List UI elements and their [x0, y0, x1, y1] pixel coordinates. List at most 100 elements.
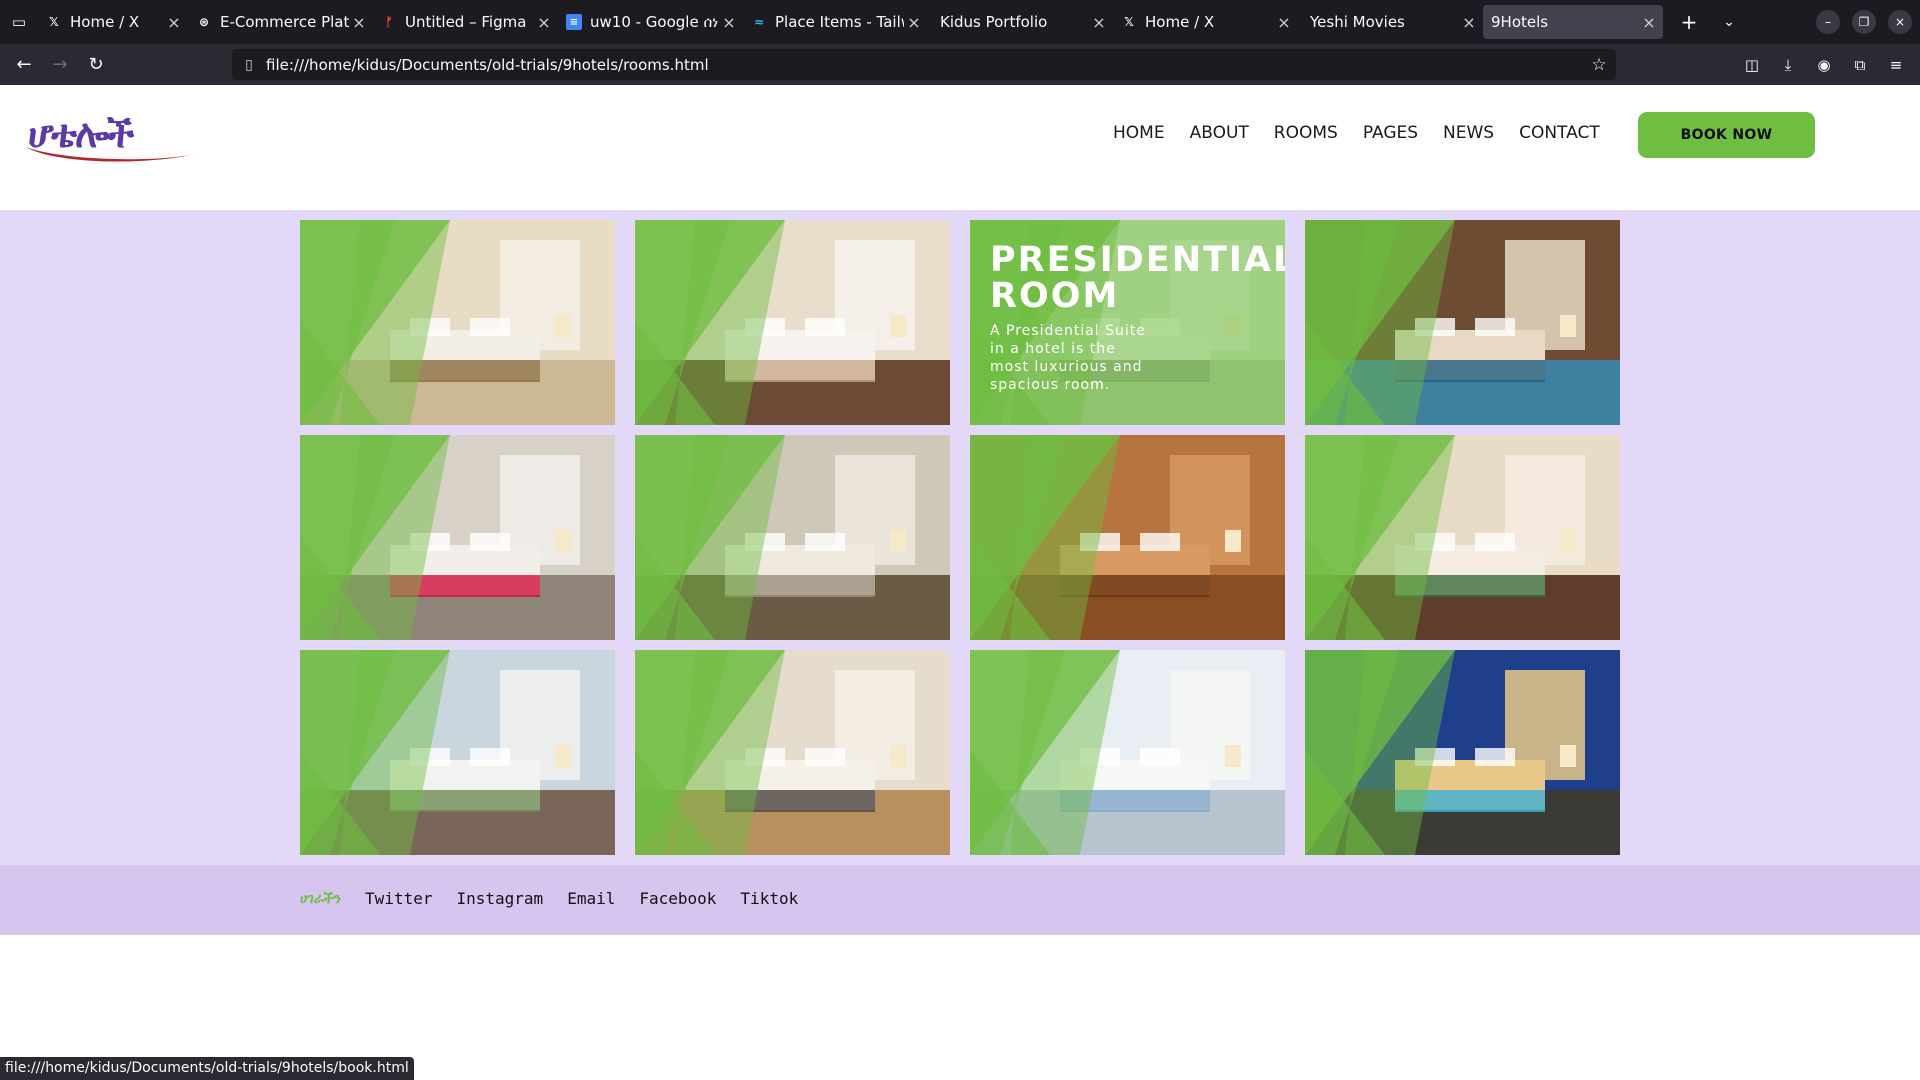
room-card[interactable]	[300, 220, 615, 425]
rooms-gallery-section: PRESIDENTIAL ROOM A Presidential Suite in…	[0, 210, 1920, 865]
nav-pages[interactable]: PAGES	[1363, 123, 1418, 143]
browser-tab-active[interactable]: 9Hotels ×	[1483, 5, 1663, 39]
nav-contact[interactable]: CONTACT	[1519, 123, 1600, 143]
footer-link-twitter[interactable]: Twitter	[365, 889, 432, 908]
browser-tab-bar: ▭ 𝕏 Home / X × ⊛ E-Commerce Platfo × ᚠ U…	[0, 0, 1920, 44]
room-photo	[1305, 220, 1620, 425]
browser-tab[interactable]: ≈ Place Items - Tailwi ×	[743, 0, 928, 44]
footer-link-facebook[interactable]: Facebook	[639, 889, 716, 908]
close-tab-icon[interactable]: ×	[719, 13, 739, 32]
room-card[interactable]	[635, 435, 950, 640]
close-tab-icon[interactable]: ×	[1089, 13, 1109, 32]
room-card[interactable]	[970, 650, 1285, 855]
tab-title: Home / X	[70, 13, 140, 31]
featured-room-card[interactable]: PRESIDENTIAL ROOM A Presidential Suite in…	[970, 220, 1285, 425]
close-tab-icon[interactable]: ×	[904, 13, 924, 32]
room-photo	[1305, 435, 1620, 640]
web-page: ሆቴሎች HOME ABOUT ROOMS PAGES NEWS CONTACT…	[0, 85, 1920, 1080]
browser-tab[interactable]: Yeshi Movies ×	[1298, 0, 1483, 44]
footer-link-email[interactable]: Email	[567, 889, 615, 908]
page-icon: ▯	[245, 56, 253, 73]
account-icon[interactable]: ◉	[1810, 56, 1838, 74]
room-card[interactable]	[970, 435, 1285, 640]
tab-actions: + ⌄	[1669, 10, 1749, 34]
close-tab-icon[interactable]: ×	[164, 13, 184, 32]
chatgpt-icon: ⊛	[198, 15, 210, 29]
nav-rooms[interactable]: ROOMS	[1274, 123, 1338, 143]
browser-nav-bar: ← → ↻ ▯ file:///home/kidus/Documents/old…	[0, 44, 1920, 85]
room-card[interactable]	[635, 650, 950, 855]
rooms-grid: PRESIDENTIAL ROOM A Presidential Suite in…	[300, 220, 1620, 855]
browser-tab[interactable]: Kidus Portfolio ×	[928, 0, 1113, 44]
tab-overview-icon[interactable]: ▭	[0, 0, 38, 44]
figma-icon: ᚠ	[385, 15, 393, 29]
x-logo-icon: 𝕏	[49, 15, 59, 29]
bookmark-star-icon[interactable]: ☆	[1582, 55, 1616, 75]
address-bar[interactable]: ▯ file:///home/kidus/Documents/old-trial…	[232, 49, 1616, 80]
close-tab-icon[interactable]: ×	[1639, 13, 1659, 32]
room-photo	[300, 435, 615, 640]
site-logo[interactable]: ሆቴሎች	[22, 111, 202, 162]
room-photo	[635, 220, 950, 425]
tab-title: E-Commerce Platfo	[220, 13, 349, 31]
tab-title: uw10 - Google ሰነዶ	[590, 13, 719, 31]
tailwind-icon: ≈	[753, 15, 765, 29]
url-text[interactable]: file:///home/kidus/Documents/old-trials/…	[266, 56, 1582, 74]
room-card[interactable]	[300, 435, 615, 640]
site-header: ሆቴሎች HOME ABOUT ROOMS PAGES NEWS CONTACT…	[0, 85, 1920, 210]
google-docs-icon: ≡	[566, 14, 582, 30]
minimize-icon[interactable]: –	[1816, 10, 1840, 34]
new-tab-icon[interactable]: +	[1669, 10, 1709, 34]
footer-link-instagram[interactable]: Instagram	[456, 889, 543, 908]
room-photo	[1305, 650, 1620, 855]
room-card[interactable]	[300, 650, 615, 855]
room-card[interactable]	[1305, 220, 1620, 425]
reload-icon[interactable]: ↻	[78, 49, 114, 81]
book-now-button[interactable]: BOOK NOW	[1638, 112, 1815, 158]
close-tab-icon[interactable]: ×	[349, 13, 369, 32]
room-photo	[300, 220, 615, 425]
room-photo	[635, 650, 950, 855]
window-controls: – ❐ ×	[1816, 0, 1912, 44]
footer-links: ሀገራችን Twitter Instagram Email Facebook T…	[300, 889, 822, 908]
tab-title: Yeshi Movies	[1310, 13, 1405, 31]
room-photo	[300, 650, 615, 855]
tab-title: Place Items - Tailwi	[775, 13, 904, 31]
restore-icon[interactable]: ❐	[1852, 10, 1876, 34]
tab-title: Kidus Portfolio	[940, 13, 1048, 31]
room-card[interactable]	[1305, 650, 1620, 855]
back-icon[interactable]: ←	[6, 49, 42, 81]
room-photo	[970, 435, 1285, 640]
status-link-preview: file:///home/kidus/Documents/old-trials/…	[0, 1057, 414, 1080]
close-tab-icon[interactable]: ×	[1274, 13, 1294, 32]
close-window-icon[interactable]: ×	[1888, 10, 1912, 34]
browser-tab[interactable]: ᚠ Untitled – Figma ×	[373, 0, 558, 44]
browser-tab[interactable]: 𝕏 Home / X ×	[1113, 0, 1298, 44]
tab-title: Home / X	[1145, 13, 1215, 31]
downloads-icon[interactable]: ⤓	[1774, 56, 1802, 74]
list-all-tabs-icon[interactable]: ⌄	[1709, 14, 1749, 30]
nav-home[interactable]: HOME	[1113, 123, 1165, 143]
room-card[interactable]	[1305, 435, 1620, 640]
extensions-icon[interactable]: ⧉	[1846, 56, 1874, 74]
room-card[interactable]	[635, 220, 950, 425]
menu-icon[interactable]: ≡	[1882, 56, 1910, 74]
nav-news[interactable]: NEWS	[1443, 123, 1494, 143]
featured-room-title: PRESIDENTIAL ROOM	[990, 240, 1285, 316]
tab-title: Untitled – Figma	[405, 13, 527, 31]
browser-tab[interactable]: ⊛ E-Commerce Platfo ×	[188, 0, 373, 44]
x-logo-icon: 𝕏	[1124, 15, 1134, 29]
pocket-icon[interactable]: ◫	[1738, 56, 1766, 74]
footer-brand[interactable]: ሀገራችን	[300, 891, 341, 907]
footer-link-tiktok[interactable]: Tiktok	[740, 889, 798, 908]
browser-tab[interactable]: ≡ uw10 - Google ሰነዶ ×	[558, 0, 743, 44]
close-tab-icon[interactable]: ×	[1459, 13, 1479, 32]
browser-tab[interactable]: 𝕏 Home / X ×	[38, 0, 188, 44]
main-menu: HOME ABOUT ROOMS PAGES NEWS CONTACT	[1113, 123, 1625, 143]
close-tab-icon[interactable]: ×	[534, 13, 554, 32]
logo-text: ሆቴሎች	[28, 111, 134, 156]
forward-icon[interactable]: →	[42, 49, 78, 81]
featured-room-description: A Presidential Suite in a hotel is the m…	[990, 323, 1146, 393]
featured-room-text: PRESIDENTIAL ROOM A Presidential Suite in…	[990, 242, 1285, 394]
nav-about[interactable]: ABOUT	[1190, 123, 1249, 143]
